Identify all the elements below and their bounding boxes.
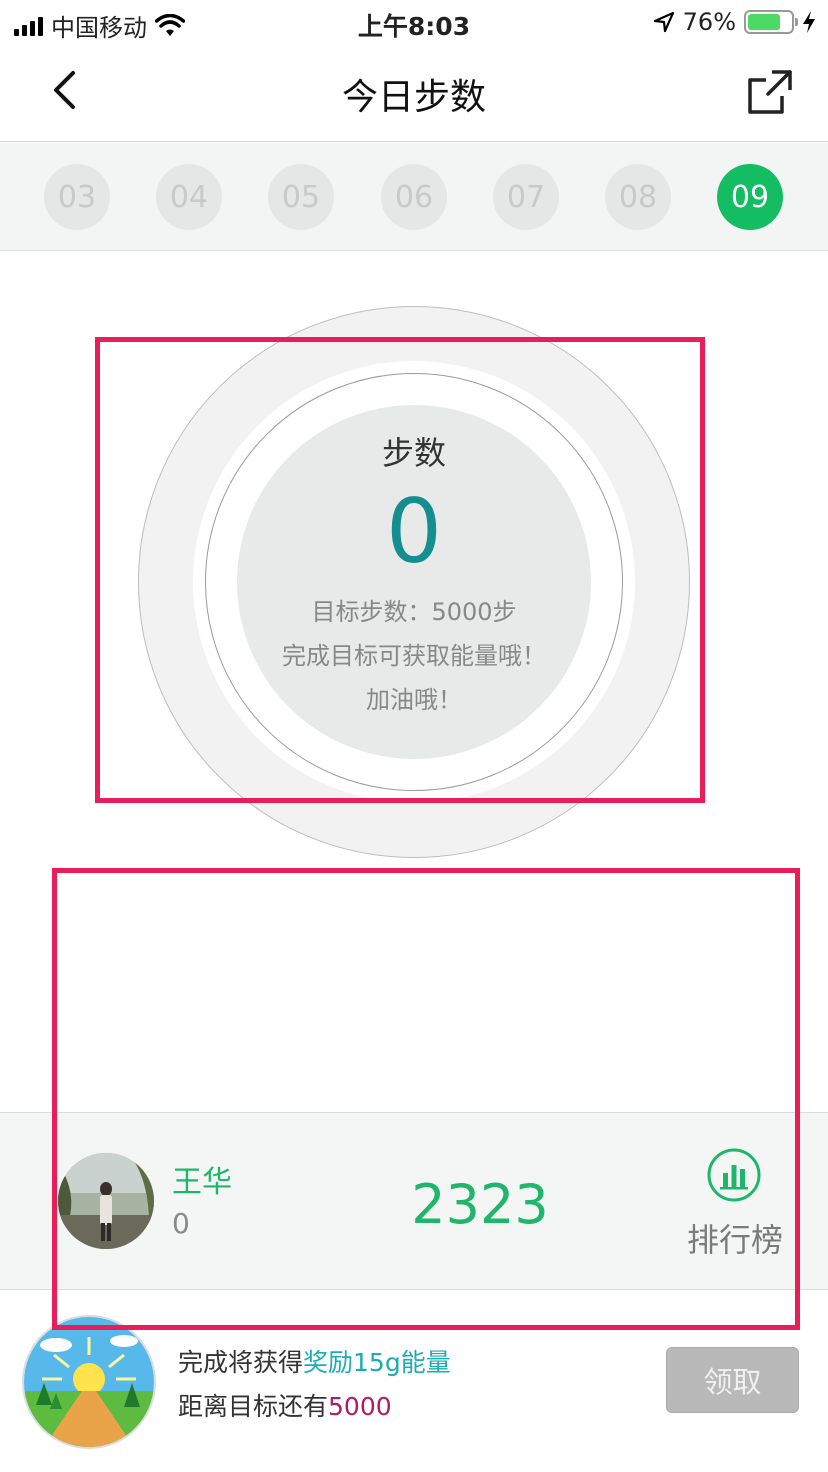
day-label: 09 (730, 179, 770, 215)
share-icon (748, 70, 792, 114)
remaining-text: 距离目标还有5000 (178, 1387, 392, 1423)
back-button[interactable] (36, 62, 92, 118)
nav-bar: 今日步数 (0, 44, 828, 142)
highlight-box-steps (95, 337, 705, 803)
battery-icon (744, 10, 798, 34)
day-button-06[interactable]: 06 (381, 164, 447, 230)
status-bar: 中国移动 上午8:03 76% (0, 0, 828, 44)
reward-illustration (22, 1315, 156, 1449)
chevron-left-icon (54, 71, 75, 109)
reward-prefix: 完成将获得 (178, 1348, 304, 1377)
day-label: 07 (506, 179, 546, 215)
day-label: 08 (618, 179, 658, 215)
location-arrow-icon (653, 11, 674, 33)
claim-button[interactable]: 领取 (666, 1347, 799, 1413)
day-button-08[interactable]: 08 (605, 164, 671, 230)
wifi-icon (155, 13, 185, 36)
day-button-04[interactable]: 04 (156, 164, 222, 230)
day-label: 05 (281, 179, 321, 215)
day-button-05[interactable]: 05 (268, 164, 334, 230)
day-label: 03 (57, 179, 97, 215)
remaining-prefix: 距离目标还有 (178, 1392, 329, 1421)
day-selector: 03 04 05 06 07 08 09 (0, 143, 828, 251)
share-button[interactable] (742, 64, 798, 120)
battery-percent: 76% (682, 8, 736, 36)
charging-bolt-icon (803, 11, 815, 33)
day-label: 06 (394, 179, 434, 215)
highlight-box-ranking (52, 868, 800, 1330)
day-button-09-selected[interactable]: 09 (717, 164, 783, 230)
page-title: 今日步数 (341, 77, 486, 118)
day-button-03[interactable]: 03 (44, 164, 110, 230)
reward-amount: 奖励15g能量 (303, 1348, 451, 1377)
carrier-label: 中国移动 (51, 14, 147, 42)
signal-icon (14, 16, 43, 36)
day-button-07[interactable]: 07 (493, 164, 559, 230)
status-right: 76% (653, 8, 816, 36)
battery-fill (748, 14, 780, 30)
day-label: 04 (169, 179, 209, 215)
status-left: 中国移动 (14, 8, 185, 43)
remaining-steps: 5000 (328, 1392, 392, 1421)
reward-text: 完成将获得奖励15g能量 (178, 1343, 451, 1379)
